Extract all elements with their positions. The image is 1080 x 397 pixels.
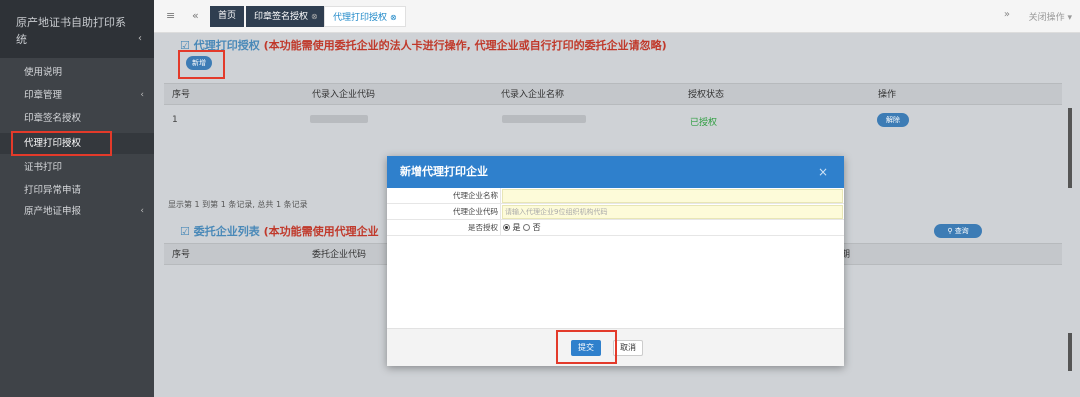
section-warning: (本功能需使用委托企业的法人卡进行操作, 代理企业或自行打印的委托企业请忽略) xyxy=(263,39,667,52)
search-button-label: 查询 xyxy=(954,227,969,235)
highlight-box xyxy=(178,50,225,79)
col-proxy-code: 代录入企业代码 xyxy=(312,90,376,100)
section-title-text: 委托企业列表 xyxy=(193,225,260,238)
highlight-box xyxy=(556,330,617,364)
auth-label: 是否授权 xyxy=(387,220,501,236)
pagination-info: 显示第 1 到第 1 条记录, 总共 1 条记录 xyxy=(168,200,308,209)
tab-label: 首页 xyxy=(218,11,237,21)
redacted-code xyxy=(310,115,368,123)
menu-icon[interactable]: ≡ xyxy=(166,9,175,22)
search-icon: ⚲ xyxy=(947,227,953,235)
sidebar-item-origin-declare[interactable]: 原产地证申报 ‹ xyxy=(0,201,154,222)
row-index: 1 xyxy=(172,115,178,125)
forward-icon[interactable]: » xyxy=(1004,9,1010,20)
status-badge: 已授权 xyxy=(690,118,718,128)
proxy-name-input[interactable] xyxy=(502,189,843,203)
sidebar: 原产地证书自助打印系 统 ‹ 使用说明 印章管理 ‹ 印章签名授权 代理打印授权… xyxy=(0,0,154,397)
sidebar-item-seal-sign[interactable]: 印章签名授权 xyxy=(0,108,154,129)
chevron-left-icon: ‹ xyxy=(140,90,144,100)
close-icon[interactable]: × xyxy=(818,156,828,188)
section-title-proxy: ☑ 代理打印授权 (本功能需使用委托企业的法人卡进行操作, 代理企业或自行打印的… xyxy=(180,37,667,53)
radio-no-label: 否 xyxy=(532,223,541,232)
app-title-line1: 原产地证书自助打印系 xyxy=(16,16,126,29)
sidebar-item-cert-print[interactable]: 证书打印 xyxy=(0,157,154,178)
proxy-name-label: 代理企业名称 xyxy=(387,188,501,204)
close-icon[interactable]: ⊗ xyxy=(390,13,397,22)
col-action: 操作 xyxy=(878,90,897,100)
section-warning: (本功能需使用代理企业 xyxy=(263,225,379,238)
proxy-code-label: 代理企业代码 xyxy=(387,204,501,220)
col-auth-status: 授权状态 xyxy=(688,90,725,100)
close-icon[interactable]: ⊗ xyxy=(311,12,318,21)
modal-header: 新增代理打印企业 × xyxy=(387,156,844,188)
sidebar-item-label: 打印异常申请 xyxy=(24,185,82,196)
col-proxy-name: 代录入企业名称 xyxy=(501,90,565,100)
table-header: 序号 代录入企业代码 代录入企业名称 授权状态 操作 xyxy=(164,83,1062,105)
sidebar-item-print-exception[interactable]: 打印异常申请 xyxy=(0,180,154,201)
proxy-code-input[interactable]: 请输入代理企业9位组织机构代码 xyxy=(502,205,843,219)
chevron-left-icon[interactable]: ‹ xyxy=(138,30,142,47)
tab-proxy-print[interactable]: 代理打印授权 ⊗ xyxy=(324,6,406,27)
sidebar-item-label: 原产地证申报 xyxy=(24,206,82,217)
revoke-button[interactable]: 解除 xyxy=(877,113,909,127)
sidebar-item-seal-mgmt[interactable]: 印章管理 ‹ xyxy=(0,85,154,106)
modal-title: 新增代理打印企业 xyxy=(400,165,488,178)
chevron-left-icon: ‹ xyxy=(140,206,144,216)
highlight-box xyxy=(11,131,112,156)
cancel-button[interactable]: 取消 xyxy=(613,340,643,356)
redacted-name xyxy=(502,115,586,123)
backward-icon[interactable]: « xyxy=(192,9,199,22)
sidebar-item-label: 使用说明 xyxy=(24,67,63,78)
tab-label: 代理打印授权 xyxy=(333,13,388,23)
section-title-clients: ☑ 委托企业列表 (本功能需使用代理企业 xyxy=(180,223,379,239)
sidebar-item-manual[interactable]: 使用说明 xyxy=(0,62,154,83)
tab-seal-sign[interactable]: 印章签名授权 ⊗ xyxy=(246,6,326,27)
close-ops-label: 关闭操作 xyxy=(1028,13,1065,23)
radio-no[interactable] xyxy=(523,224,531,231)
scrollbar[interactable] xyxy=(1068,108,1072,188)
radio-yes-label: 是 xyxy=(512,223,521,232)
auth-radio-group: 是 否 xyxy=(503,220,541,236)
sidebar-item-label: 印章签名授权 xyxy=(24,113,82,124)
tab-home[interactable]: 首页 xyxy=(210,6,245,27)
edit-icon: ☑ xyxy=(180,225,190,238)
close-ops-button[interactable]: 关闭操作 ▾ xyxy=(1029,10,1072,23)
app-title-line2: 统 xyxy=(16,33,27,46)
app-title: 原产地证书自助打印系 统 ‹ xyxy=(0,0,154,58)
search-button[interactable]: ⚲ 查询 xyxy=(934,224,982,238)
radio-yes[interactable] xyxy=(503,224,510,231)
form-row-name: 代理企业名称 xyxy=(387,188,844,204)
col-index: 序号 xyxy=(172,90,191,100)
form-row-code: 代理企业代码 请输入代理企业9位组织机构代码 xyxy=(387,204,844,220)
scrollbar[interactable] xyxy=(1068,333,1072,371)
tab-label: 印章签名授权 xyxy=(254,12,309,22)
form-row-auth: 是否授权 是 否 xyxy=(387,220,844,236)
tab-bar: ≡ « 首页 印章签名授权 ⊗ 代理打印授权 ⊗ » 关闭操作 ▾ xyxy=(154,0,1080,33)
sidebar-item-label: 印章管理 xyxy=(24,90,63,101)
col-client-code: 委托企业代码 xyxy=(312,250,367,260)
col-index: 序号 xyxy=(172,250,191,260)
sidebar-item-label: 证书打印 xyxy=(24,162,63,173)
